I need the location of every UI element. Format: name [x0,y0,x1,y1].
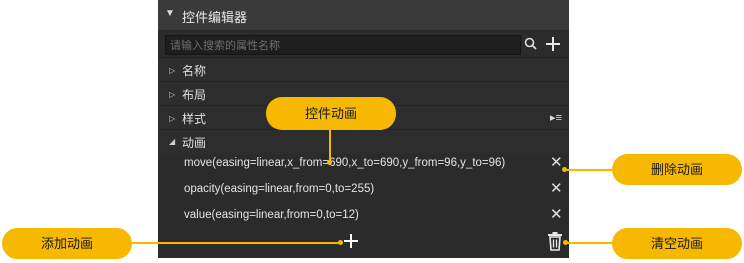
caret-right-icon: ▷ [169,66,176,75]
callout-widget-animation: 控件动画 [266,97,396,130]
animation-text: value(easing=linear,from=0,to=12) [184,209,359,221]
callout-add-animation: 添加动画 [2,228,132,259]
add-property-button[interactable] [543,34,563,54]
caret-down-icon: ◢ [169,137,176,146]
callout-connector [566,242,612,244]
callout-delete-animation: 删除动画 [612,154,742,185]
close-icon[interactable]: ✕ [550,181,563,197]
list-menu-icon[interactable]: ▸≡ [550,111,562,124]
section-label: 样式 [182,112,207,126]
caret-down-icon[interactable]: ▼ [165,8,175,19]
caret-right-icon: ▷ [169,90,176,99]
animation-item[interactable]: move(easing=linear,x_from=690,x_to=690,y… [158,152,569,176]
callout-anchor-dot [563,240,568,245]
caret-right-icon: ▷ [169,114,176,123]
section-label: 名称 [182,64,207,78]
callout-connector [565,169,612,171]
close-icon[interactable]: ✕ [550,207,563,223]
callout-connector [132,242,340,244]
animation-text: move(easing=linear,x_from=690,x_to=690,y… [184,157,506,169]
animation-item[interactable]: opacity(easing=linear,from=0,to=255) ✕ [158,178,569,202]
search-icon[interactable] [522,35,540,53]
callout-anchor-dot [562,167,567,172]
animation-item[interactable]: value(easing=linear,from=0,to=12) ✕ [158,204,569,228]
section-name[interactable]: ▷ 名称 [158,57,569,82]
panel-title: 控件编辑器 [182,10,248,25]
section-label: 布局 [182,88,207,102]
search-input[interactable] [166,37,520,55]
callout-anchor-dot [338,240,343,245]
callout-clear-animation: 清空动画 [612,228,742,259]
callout-anchor-dot [327,160,332,165]
close-icon[interactable]: ✕ [550,155,563,171]
search-field-wrapper [165,35,521,55]
trash-icon[interactable] [547,231,563,251]
section-animation[interactable]: ◢ 动画 [158,129,569,154]
add-animation-button[interactable] [342,232,360,250]
panel-header[interactable]: ▼ 控件编辑器 [158,0,569,30]
callout-connector [329,130,331,162]
animation-text: opacity(easing=linear,from=0,to=255) [184,183,375,195]
section-label: 动画 [182,136,207,150]
